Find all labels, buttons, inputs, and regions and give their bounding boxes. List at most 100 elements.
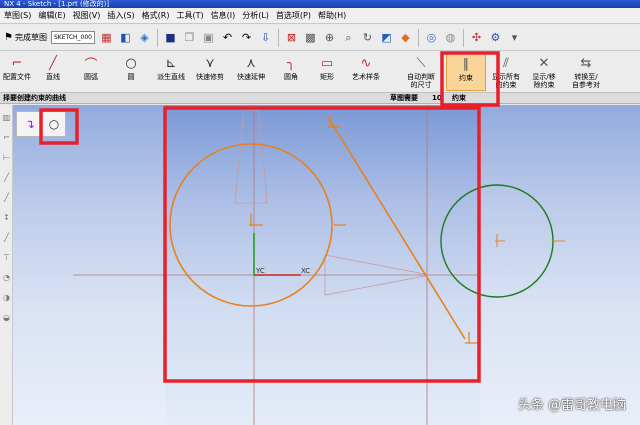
menu-format[interactable]: 格式(R) xyxy=(140,8,175,24)
sketch-orient-icon[interactable]: ▦ xyxy=(98,29,115,46)
arc-button[interactable]: ⌒ 圆弧 xyxy=(76,53,106,91)
rectangle-button[interactable]: ▭ 矩形 xyxy=(314,53,340,91)
pan-icon[interactable]: ⌕ xyxy=(340,29,357,46)
web-browser-icon[interactable]: ↕ xyxy=(2,213,11,222)
show-remove-constraints-label: 显示/移 除约束 xyxy=(532,73,556,89)
more-options-icon[interactable]: ▾ xyxy=(506,29,523,46)
constraints-button[interactable]: ∥ 约束 xyxy=(446,53,486,91)
inferred-dimension-icon: ⟍ xyxy=(416,55,426,71)
assembly-navigator-icon[interactable]: ▥ xyxy=(2,113,11,122)
roles-icon[interactable]: ◔ xyxy=(2,273,11,282)
finish-sketch-label: 完成草图 xyxy=(14,33,47,42)
convert-reference-label: 转换至/ 自参考对 xyxy=(572,73,600,89)
derived-line-icon: ⊾ xyxy=(165,55,177,71)
menu-view[interactable]: 视图(V) xyxy=(71,8,106,24)
zoom-icon[interactable]: ⊕ xyxy=(321,29,338,46)
line-label: 直线 xyxy=(46,73,60,81)
history-icon[interactable]: ╱ xyxy=(2,193,11,202)
inferred-dimension-button[interactable]: ⟍ 自动判断 的尺寸 xyxy=(402,53,440,91)
process-studio-icon[interactable]: ⊤ xyxy=(2,253,11,262)
constraints-label: 约束 xyxy=(459,74,473,82)
reattach-icon[interactable]: ◧ xyxy=(117,29,134,46)
show-constraints-icon: ⫽ xyxy=(503,55,509,71)
snap-point-icon[interactable]: ✣ xyxy=(468,29,485,46)
system-materials-icon[interactable]: ◑ xyxy=(2,293,11,302)
convert-reference-button[interactable]: ⇆ 转换至/ 自参考对 xyxy=(566,53,606,91)
fillet-icon: ╮ xyxy=(287,55,295,71)
part-navigator-icon[interactable]: ⊢ xyxy=(2,153,11,162)
orange-line[interactable] xyxy=(327,116,466,340)
standard-toolbar: ⚑ 完成草图 SKETCH_000 ▦ ◧ ◈ ■ ❐ ▣ ↶ ↷ ⇩ ⊠ ▩ … xyxy=(0,25,640,51)
graphics-window[interactable]: XC YC ↴ ○ xyxy=(13,105,640,425)
fillet-button[interactable]: ╮ 圆角 xyxy=(278,53,304,91)
sketch-needs-value: 10 xyxy=(432,94,442,102)
constraint-navigator-icon[interactable]: ⌐ xyxy=(2,133,11,142)
fit-view-icon[interactable]: ⊠ xyxy=(283,29,300,46)
derived-line-button[interactable]: ⊾ 派生直线 xyxy=(152,53,190,91)
system-scenes-icon[interactable]: ◒ xyxy=(2,313,11,322)
quick-extend-button[interactable]: ⋏ 快速延伸 xyxy=(232,53,270,91)
show-constraints-label: 显示所有 的约束 xyxy=(492,73,520,89)
checkered-flag-icon: ⚑ xyxy=(4,32,13,43)
show-remove-constraints-icon: ✕ xyxy=(538,55,550,71)
profile-label: 配置文件 xyxy=(3,73,31,81)
menu-sketch[interactable]: 草图(S) xyxy=(2,8,36,24)
select-filter-icon[interactable]: ⇩ xyxy=(257,29,274,46)
toolbar-separator xyxy=(462,28,464,47)
zoom-window-icon[interactable]: ▩ xyxy=(302,29,319,46)
derived-line-label: 派生直线 xyxy=(157,73,185,81)
toolbar-separator xyxy=(277,28,279,47)
update-model-icon[interactable]: ◈ xyxy=(136,29,153,46)
finish-sketch-button[interactable]: ⚑ 完成草图 xyxy=(2,28,49,48)
sketch-name-select[interactable]: SKETCH_000 xyxy=(50,31,95,44)
rectangle-icon: ▭ xyxy=(320,55,334,71)
spline-icon: ∿ xyxy=(360,55,372,71)
menu-tools[interactable]: 工具(T) xyxy=(174,8,208,24)
spline-label: 艺术样条 xyxy=(352,73,380,81)
arc-label: 圆弧 xyxy=(84,73,98,81)
select-circle-icon[interactable]: ○ xyxy=(47,117,61,131)
circle-label: 圆 xyxy=(127,73,135,81)
show-constraints-button[interactable]: ⫽ 显示所有 的约束 xyxy=(488,53,524,91)
view-orient-icon[interactable]: ◩ xyxy=(378,29,395,46)
redo-icon[interactable]: ↷ xyxy=(238,29,255,46)
red-highlight-box-canvas xyxy=(163,106,481,383)
right-shade-area xyxy=(480,105,640,425)
shaded-view-icon[interactable]: ◆ xyxy=(397,29,414,46)
profile-button[interactable]: ⌐ 配置文件 xyxy=(0,53,34,91)
triangle-reference-shape xyxy=(234,109,268,204)
paste-icon[interactable]: ▣ xyxy=(200,29,217,46)
turn-arrow-icon[interactable]: ↴ xyxy=(23,117,37,131)
save-icon[interactable]: ■ xyxy=(162,29,179,46)
menu-info[interactable]: 信息(I) xyxy=(209,8,241,24)
show-remove-constraints-button[interactable]: ✕ 显示/移 除约束 xyxy=(526,53,562,91)
copy-icon[interactable]: ❐ xyxy=(181,29,198,46)
palette-icon[interactable]: ╱ xyxy=(2,233,11,242)
toolbar-separator xyxy=(417,28,419,47)
menu-help[interactable]: 帮助(H) xyxy=(316,8,351,24)
resource-bar: ▥ ⌐ ⊢ ╱ ╱ ↕ ╱ ⊤ ◔ ◑ ◒ xyxy=(0,105,13,425)
sketch-tools-toolbar: ⌐ 配置文件 ╱ 直线 ⌒ 圆弧 ○ 圆 ⊾ 派生直线 ⋎ 快速修剪 ⋏ 快速延… xyxy=(0,51,640,93)
left-shade-area xyxy=(13,105,165,425)
watermark-text: 头条 @雷哥教电脑 xyxy=(517,398,626,413)
line-button[interactable]: ╱ 直线 xyxy=(38,53,68,91)
selection-intent-icon[interactable]: ⚙ xyxy=(487,29,504,46)
sketch-canvas: XC YC xyxy=(13,105,640,425)
display-mode-icon[interactable]: ◍ xyxy=(442,29,459,46)
reuse-library-icon[interactable]: ╱ xyxy=(2,173,11,182)
quick-trim-button[interactable]: ⋎ 快速修剪 xyxy=(192,53,228,91)
menu-edit[interactable]: 编辑(E) xyxy=(36,8,70,24)
undo-icon[interactable]: ↶ xyxy=(219,29,236,46)
menu-insert[interactable]: 插入(S) xyxy=(105,8,139,24)
rotate-icon[interactable]: ↻ xyxy=(359,29,376,46)
spline-button[interactable]: ∿ 艺术样条 xyxy=(348,53,384,91)
toolbar-separator xyxy=(156,28,158,47)
menu-bar: 草图(S) 编辑(E) 视图(V) 插入(S) 格式(R) 工具(T) 信息(I… xyxy=(0,8,640,24)
layer-icon[interactable]: ◎ xyxy=(423,29,440,46)
menu-analysis[interactable]: 分析(L) xyxy=(240,8,274,24)
quick-trim-icon: ⋎ xyxy=(205,55,215,71)
circle-button[interactable]: ○ 圆 xyxy=(118,53,144,91)
rectangle-label: 矩形 xyxy=(320,73,334,81)
cue-line: 择要创建约束的曲线 草图需要 10 约束 xyxy=(0,93,640,104)
menu-preferences[interactable]: 首选项(P) xyxy=(274,8,316,24)
